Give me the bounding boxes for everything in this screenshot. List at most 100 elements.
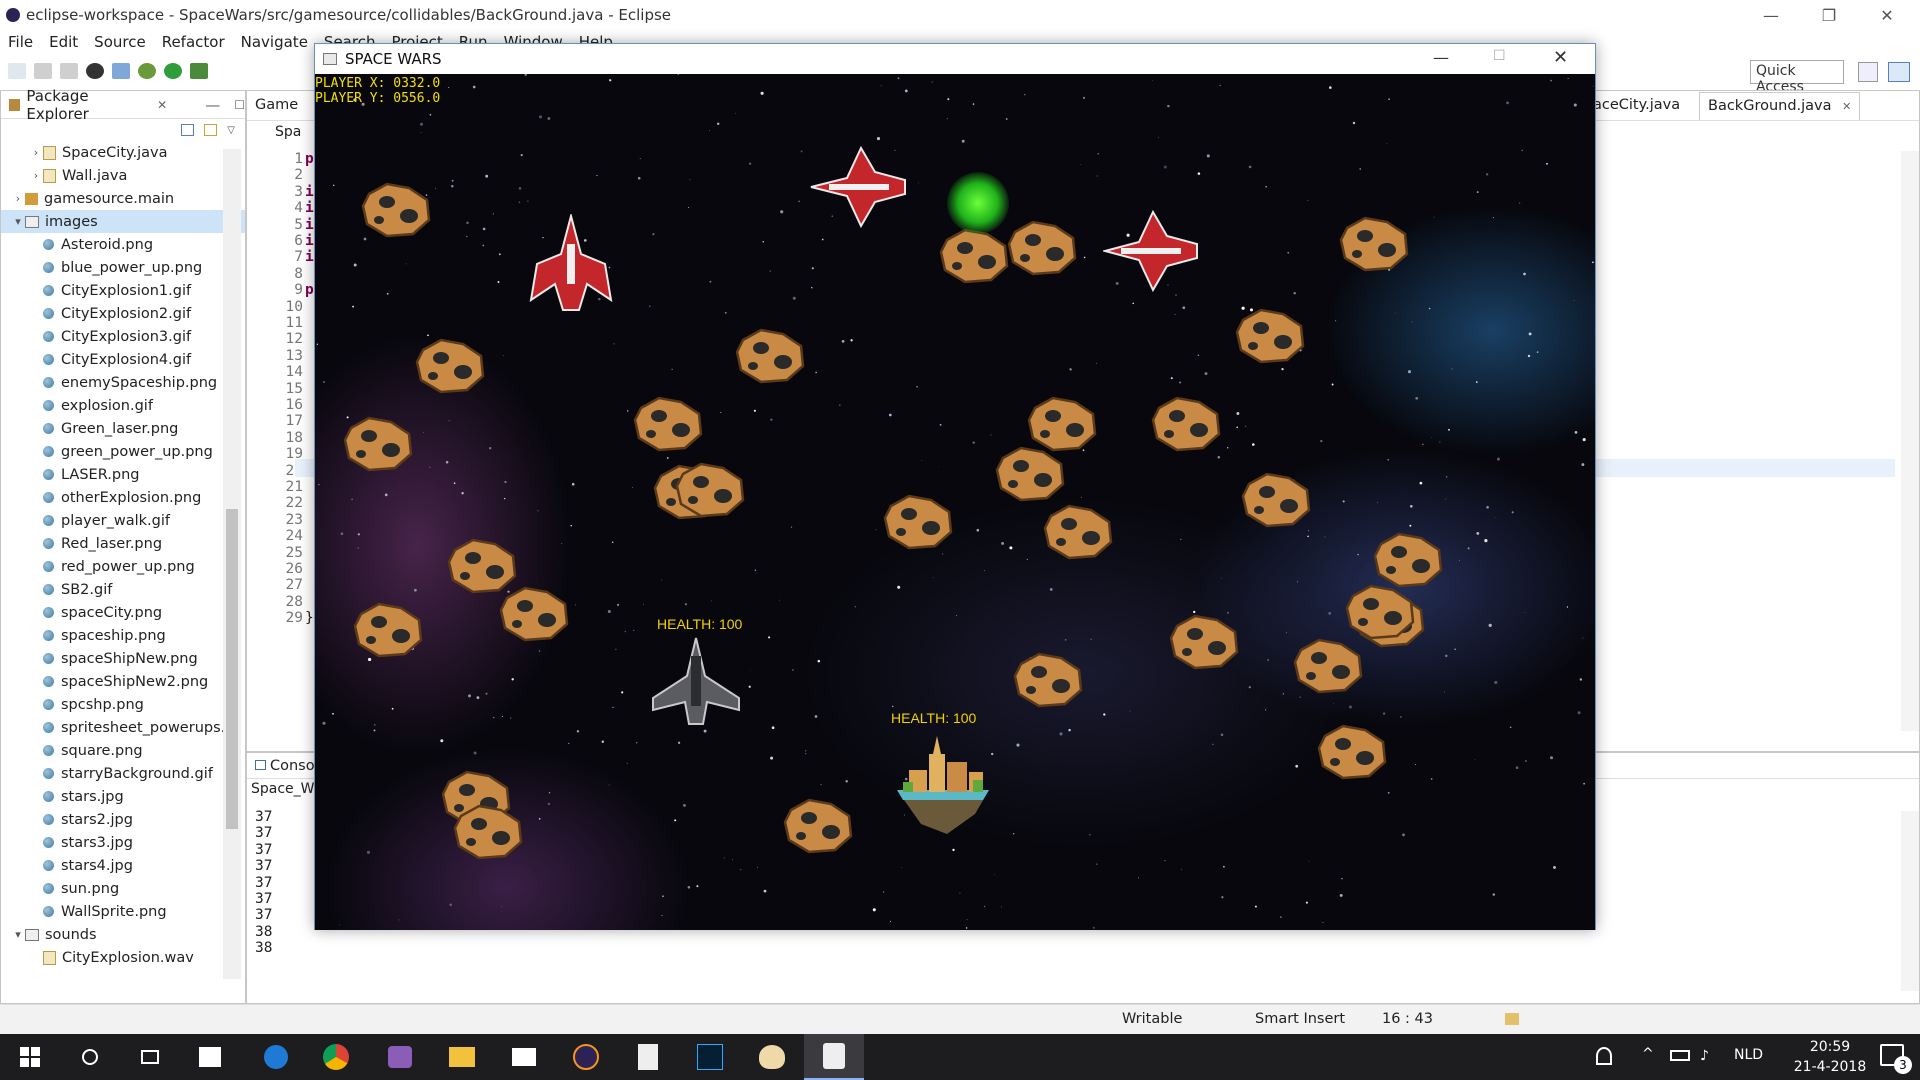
open-perspective-icon[interactable] (1858, 62, 1878, 82)
tree-item[interactable]: Red_laser.png (1, 532, 245, 555)
breadcrumb[interactable]: Spa (275, 124, 301, 140)
expand-arrow-icon[interactable]: › (29, 169, 43, 182)
taskbar-edge[interactable] (246, 1034, 306, 1080)
tree-scrollbar[interactable] (223, 149, 241, 979)
tree-item[interactable]: stars4.jpg (1, 854, 245, 877)
tree-item[interactable]: CityExplosion4.gif (1, 348, 245, 371)
search-button[interactable] (60, 1034, 120, 1080)
external-tools-icon[interactable] (190, 63, 208, 79)
tree-item[interactable]: ▾ sounds (1, 923, 245, 946)
tree-item[interactable]: › Wall.java (1, 164, 245, 187)
volume-icon[interactable]: ♪ (1700, 1048, 1709, 1064)
tree-item[interactable]: SB2.gif (1, 578, 245, 601)
menu-refactor[interactable]: Refactor (162, 33, 225, 51)
tree-item[interactable]: stars2.jpg (1, 808, 245, 831)
tree-item[interactable]: spaceCity.png (1, 601, 245, 624)
menu-file[interactable]: File (8, 33, 33, 51)
skip-breakpoints-icon[interactable] (112, 63, 130, 79)
tree-item[interactable]: Asteroid.png (1, 233, 245, 256)
maximize-view-icon[interactable]: ☐ (234, 98, 245, 112)
quick-access-field[interactable]: Quick Access (1750, 60, 1844, 95)
tree-item[interactable]: sun.png (1, 877, 245, 900)
close-tab-icon[interactable]: ✕ (1842, 100, 1851, 113)
view-menu-icon[interactable]: ▽ (227, 125, 235, 136)
tree-item[interactable]: WallSprite.png (1, 900, 245, 923)
tree-item[interactable]: blue_power_up.png (1, 256, 245, 279)
console-scrollbar[interactable] (1901, 811, 1919, 991)
tree-item[interactable]: otherExplosion.png (1, 486, 245, 509)
tree-item[interactable]: CityExplosion.wav (1, 946, 245, 969)
close-button[interactable]: ✕ (1858, 0, 1916, 30)
expand-arrow-open-icon[interactable]: ▾ (11, 928, 25, 941)
collapse-all-icon[interactable] (181, 124, 195, 136)
game-minimize-button[interactable]: — (1433, 48, 1449, 67)
tree-item[interactable]: starryBackground.gif (1, 762, 245, 785)
java-perspective-icon[interactable] (1888, 62, 1910, 82)
start-button[interactable] (0, 1034, 60, 1080)
taskbar-mail[interactable] (494, 1034, 554, 1080)
expand-arrow-icon[interactable]: › (11, 192, 25, 205)
taskbar-calculator[interactable] (618, 1034, 678, 1080)
taskbar-paint[interactable] (742, 1034, 802, 1080)
taskbar-groove[interactable] (370, 1034, 430, 1080)
minimize-button[interactable]: — (1742, 0, 1800, 30)
game-canvas[interactable]: PLAYER X: 0332.0 PLAYER Y: 0556.0 HEALTH… (315, 74, 1595, 930)
tree-item[interactable]: LASER.png (1, 463, 245, 486)
tree-item[interactable]: square.png (1, 739, 245, 762)
tree-item[interactable]: stars3.jpg (1, 831, 245, 854)
tree-item[interactable]: spaceShipNew.png (1, 647, 245, 670)
editor-vscrollbar[interactable] (1901, 151, 1919, 731)
profile-icon[interactable] (86, 63, 104, 79)
taskbar-java[interactable] (804, 1034, 864, 1080)
tree-item[interactable]: enemySpaceship.png (1, 371, 245, 394)
menu-edit[interactable]: Edit (49, 33, 78, 51)
status-tasks-icon[interactable] (1505, 1013, 1519, 1025)
taskbar-photoshop[interactable] (680, 1034, 740, 1080)
game-close-button[interactable]: ✕ (1553, 47, 1568, 68)
taskbar-chrome[interactable] (306, 1034, 366, 1080)
tree-item[interactable]: spaceShipNew2.png (1, 670, 245, 693)
minimize-view-icon[interactable]: — (205, 96, 220, 114)
battery-icon[interactable] (1670, 1050, 1690, 1061)
debug-icon[interactable] (138, 63, 156, 79)
link-editor-icon[interactable] (204, 124, 218, 136)
task-view-button[interactable] (120, 1034, 180, 1080)
tree-item[interactable]: explosion.gif (1, 394, 245, 417)
tree-scroll-thumb[interactable] (226, 509, 238, 829)
editor-tab-spacecity[interactable]: aceCity.java (1593, 97, 1680, 113)
run-icon[interactable] (164, 63, 182, 79)
menu-source[interactable]: Source (94, 33, 146, 51)
close-view-icon[interactable]: ✕ (157, 98, 167, 112)
tree-item[interactable]: stars.jpg (1, 785, 245, 808)
restore-button[interactable]: ❐ (1800, 0, 1858, 30)
tree-item[interactable]: CityExplosion1.gif (1, 279, 245, 302)
tree-item[interactable]: ▾ images (1, 210, 245, 233)
tree-item[interactable]: › SpaceCity.java (1, 141, 245, 164)
tree-item[interactable]: CityExplosion2.gif (1, 302, 245, 325)
save-all-icon[interactable] (60, 63, 78, 79)
taskbar-store[interactable] (180, 1034, 240, 1080)
tree-item[interactable]: Green_laser.png (1, 417, 245, 440)
taskbar-eclipse[interactable] (556, 1034, 616, 1080)
clock[interactable]: 20:59 21-4-2018 (1780, 1037, 1880, 1077)
language-indicator[interactable]: NLD (1734, 1047, 1763, 1063)
tree-item[interactable]: spcshp.png (1, 693, 245, 716)
game-maximize-button[interactable]: ☐ (1493, 48, 1506, 64)
tree-item[interactable]: spritesheet_powerups.j (1, 716, 245, 739)
editor-tab-game[interactable]: Game (255, 97, 298, 113)
tree-item[interactable]: green_power_up.png (1, 440, 245, 463)
tree-item[interactable]: red_power_up.png (1, 555, 245, 578)
tree-item[interactable]: player_walk.gif (1, 509, 245, 532)
people-icon[interactable] (1596, 1047, 1612, 1065)
tree-item[interactable]: CityExplosion3.gif (1, 325, 245, 348)
expand-arrow-open-icon[interactable]: ▾ (11, 215, 25, 228)
taskbar-explorer[interactable] (432, 1034, 492, 1080)
expand-arrow-icon[interactable]: › (29, 146, 43, 159)
menu-navigate[interactable]: Navigate (241, 33, 308, 51)
tree-item[interactable]: › gamesource.main (1, 187, 245, 210)
editor-tab-background[interactable]: BackGround.java ✕ (1699, 92, 1861, 120)
console-tab[interactable]: Conso (255, 758, 315, 774)
new-icon[interactable] (8, 63, 26, 79)
show-hidden-icons-icon[interactable]: ^ (1642, 1046, 1654, 1062)
tree-item[interactable]: spaceship.png (1, 624, 245, 647)
